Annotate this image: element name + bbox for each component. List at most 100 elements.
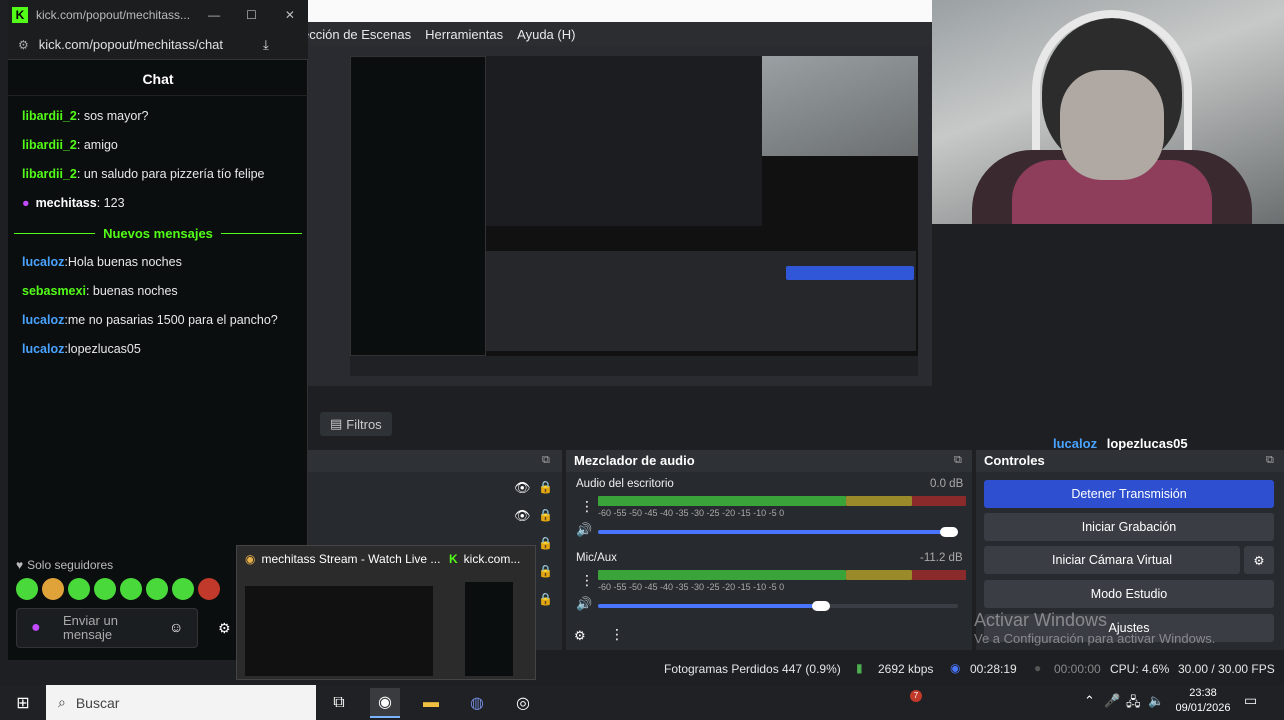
clock-time: 23:38 <box>1189 687 1217 699</box>
emote[interactable] <box>198 578 220 600</box>
chevron-up-icon[interactable]: ⌃ <box>1084 693 1095 709</box>
sources-dock-title <box>308 450 562 472</box>
lock-icon[interactable]: 🔒 <box>538 536 553 550</box>
mixer-settings-icon[interactable]: ⚙ <box>574 628 586 644</box>
overlay-msg: lopezlucas05 <box>1106 436 1188 451</box>
volume-slider-desktop[interactable] <box>598 530 958 534</box>
chrome-icon[interactable]: ◉ <box>370 688 400 718</box>
watermark-subtitle: Ve a Configuración para activar Windows. <box>974 631 1216 646</box>
virtual-camera-gear-icon[interactable]: ⚙ <box>1244 546 1274 574</box>
emote[interactable] <box>42 578 64 600</box>
clock[interactable]: 23:38 09/01/2026 <box>1170 686 1236 716</box>
file-explorer-icon[interactable]: ▬ <box>416 688 446 718</box>
activate-windows-watermark: Activar Windows Ve a Configuración para … <box>974 610 1274 650</box>
lock-icon[interactable]: 🔒 <box>538 592 553 606</box>
chat-titlebar: K kick.com/popout/mechitass... — ☐ ✕ <box>8 0 308 30</box>
stop-stream-button[interactable]: Detener Transmisión <box>984 480 1274 508</box>
network-icon[interactable]: 🖧 <box>1126 693 1141 715</box>
chrome-icon: ◉ <box>245 552 256 566</box>
speaker-icon[interactable]: 🔊 <box>576 522 592 538</box>
menu-help[interactable]: Ayuda (H) <box>517 27 575 42</box>
download-icon[interactable]: ⤓ <box>263 37 269 53</box>
chat-message: libardii_2: un saludo para pizzería tío … <box>22 167 265 181</box>
preview-thumbnail[interactable] <box>245 586 433 676</box>
emote[interactable] <box>68 578 90 600</box>
menu-scene-collection[interactable]: ección de Escenas <box>302 27 411 42</box>
eye-icon[interactable]: 👁 <box>514 480 531 496</box>
channel-desktop-db: 0.0 dB <box>930 478 964 490</box>
meter-desktop-yellow <box>846 496 912 506</box>
windows-start-icon[interactable]: ⊞ <box>8 688 38 718</box>
db-scale: -60 -55 -50 -45 -40 -35 -30 -25 -20 -15 … <box>598 582 785 592</box>
volume-icon[interactable]: 🔈 <box>1148 693 1164 709</box>
chat-urlbar: ⚙ kick.com/popout/mechitass/chat ⤓ <box>8 30 308 60</box>
db-scale: -60 -55 -50 -45 -40 -35 -30 -25 -20 -15 … <box>598 508 785 518</box>
channel-mic-db: -11.2 dB <box>920 552 963 564</box>
speaker-icon[interactable]: 🔊 <box>576 596 592 612</box>
new-messages-divider: Nuevos mensajes <box>14 224 302 242</box>
maximize-icon[interactable]: ☐ <box>246 8 257 22</box>
stream-icon: ◉ <box>950 661 961 675</box>
watermark-title: Activar Windows <box>974 610 1108 630</box>
badge-icon: ● <box>22 196 30 210</box>
studio-mode-button[interactable]: Modo Estudio <box>984 580 1274 608</box>
start-recording-button[interactable]: Iniciar Grabación <box>984 513 1274 541</box>
clock-date: 09/01/2026 <box>1175 702 1231 714</box>
kebab-menu-icon[interactable]: ⋮ <box>580 572 594 589</box>
task-view-icon[interactable]: ⧉ <box>324 688 354 718</box>
preview-tab-chrome[interactable]: ◉ mechitass Stream - Watch Live ... <box>245 552 440 566</box>
emote[interactable] <box>94 578 116 600</box>
record-icon: ● <box>1034 661 1042 675</box>
microphone-icon[interactable]: 🎤 <box>1104 693 1120 709</box>
kebab-menu-icon[interactable]: ⋮ <box>610 626 624 643</box>
filters-button[interactable]: ▤ Filtros <box>320 412 392 436</box>
site-info-icon[interactable]: ⚙ <box>18 38 29 52</box>
fps: 30.00 / 30.00 FPS <box>1178 662 1275 676</box>
search-label: Buscar <box>75 694 120 711</box>
audio-mixer-dock: Mezclador de audio ⧉ Audio del escritori… <box>566 450 972 650</box>
controls-title: Controles <box>976 450 1284 472</box>
taskbar-search[interactable]: ⌕ Buscar <box>46 685 316 720</box>
emote[interactable] <box>120 578 142 600</box>
obs-icon[interactable]: ◎ <box>508 688 538 718</box>
volume-knob-mic[interactable] <box>812 601 831 611</box>
preview-thumbnail[interactable] <box>465 582 513 676</box>
discord-icon[interactable]: ◍ <box>462 688 492 718</box>
chat-message: libardii_2: sos mayor? <box>22 109 149 123</box>
chat-input[interactable]: ● Enviar un mensaje ☺ <box>16 608 198 648</box>
emote[interactable] <box>16 578 38 600</box>
filters-bar: ▤ Filtros lucaloz lopezlucas05 <box>308 408 1188 451</box>
overlay-user: lucaloz <box>1053 436 1098 451</box>
kebab-menu-icon[interactable]: ⋮ <box>580 498 594 515</box>
lock-icon[interactable]: 🔒 <box>538 508 553 522</box>
notification-center-icon[interactable]: ▭ <box>1244 692 1257 709</box>
emote[interactable] <box>146 578 168 600</box>
undock-icon[interactable]: ⧉ <box>542 454 550 467</box>
close-icon[interactable]: ✕ <box>285 8 295 22</box>
virtual-camera-button[interactable]: Iniciar Cámara Virtual <box>984 546 1240 574</box>
followers-only-notice: ♥ Solo seguidores <box>16 558 113 572</box>
obs-title-area <box>300 0 932 22</box>
menu-tools[interactable]: Herramientas <box>425 27 503 42</box>
bitrate: 2692 kbps <box>878 662 934 676</box>
emote[interactable] <box>172 578 194 600</box>
chat-message: lucaloz:lopezlucas05 <box>22 342 141 356</box>
minimize-icon[interactable]: — <box>208 8 220 22</box>
chat-url[interactable]: kick.com/popout/mechitass/chat <box>39 37 223 52</box>
badge-icon: ● <box>31 619 41 636</box>
volume-knob-desktop[interactable] <box>940 527 958 537</box>
preview-tab-kick[interactable]: K kick.com... <box>449 552 520 566</box>
lock-icon[interactable]: 🔒 <box>538 480 553 494</box>
kick-logo-icon: K <box>449 552 458 566</box>
overlay-chat-line: lucaloz lopezlucas05 <box>1053 436 1188 451</box>
eye-icon[interactable]: 👁 <box>514 508 531 524</box>
signal-icon: ▮ <box>856 661 863 675</box>
chat-settings-icon[interactable]: ⚙ <box>218 620 231 637</box>
followers-only-label: Solo seguidores <box>27 558 114 572</box>
new-messages-label: Nuevos mensajes <box>103 225 213 241</box>
undock-icon[interactable]: ⧉ <box>954 454 962 467</box>
undock-icon[interactable]: ⧉ <box>1266 454 1274 467</box>
preview-recursive-capture <box>350 56 918 376</box>
emoji-icon[interactable]: ☺ <box>169 619 183 635</box>
lock-icon[interactable]: 🔒 <box>538 564 553 578</box>
